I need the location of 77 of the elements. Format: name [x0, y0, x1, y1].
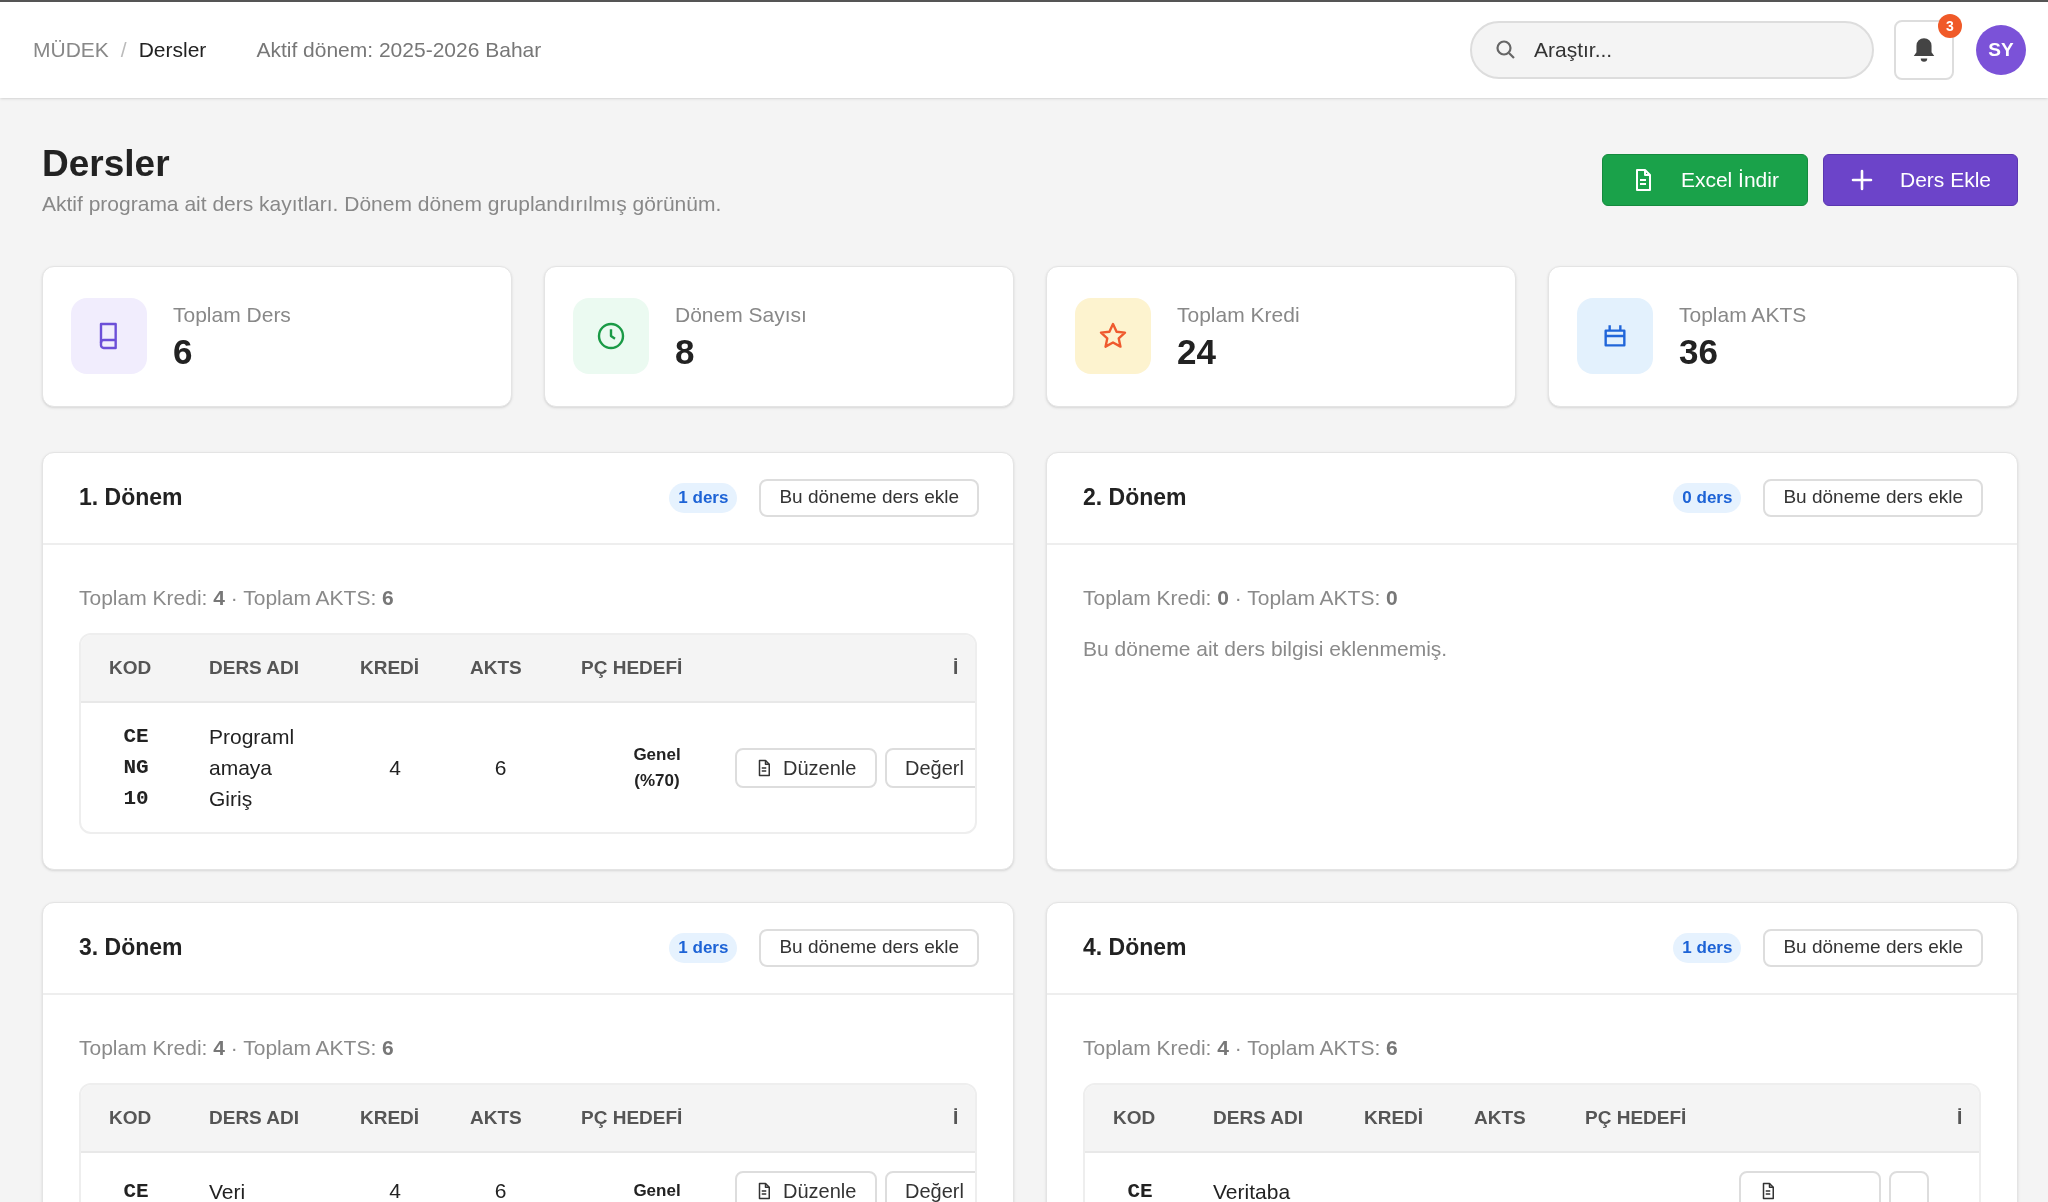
- period-title: 3. Dönem: [79, 933, 184, 963]
- target-value: Genel (%70): [632, 743, 682, 792]
- period-title: 2. Dönem: [1083, 483, 1188, 513]
- user-avatar[interactable]: SY: [1976, 25, 2026, 75]
- column-header: PÇ HEDEFİ: [1585, 1105, 1688, 1130]
- notifications-button[interactable]: [1894, 20, 1954, 80]
- plus-icon: [1849, 168, 1874, 192]
- edit-button[interactable]: Düzenle: [735, 1171, 877, 1202]
- column-header: PÇ HEDEFİ: [581, 655, 684, 680]
- breadcrumb-link[interactable]: Dersler: [138, 34, 207, 66]
- active-term-label: Aktif dönem: 2025-2026 Bahar: [256, 37, 542, 64]
- target-value: Genel: [632, 1180, 682, 1202]
- course-count-badge: 1 ders: [669, 482, 738, 513]
- course-code: CENG10: [122, 724, 150, 812]
- credit-value: 4: [388, 1178, 402, 1202]
- course-count-badge: 1 ders: [1673, 932, 1742, 963]
- column-header: KOD: [1112, 1105, 1157, 1130]
- course-count-badge: 0 ders: [1673, 482, 1742, 513]
- stat-value: 6: [173, 330, 194, 373]
- column-header: KREDİ: [360, 655, 421, 680]
- column-header: AKTS: [1474, 1105, 1527, 1130]
- book-icon: [71, 298, 147, 374]
- period-summary: Toplam Kredi: 4 · Toplam AKTS: 6: [79, 584, 395, 611]
- page-title: Dersler: [42, 142, 171, 186]
- stat-label: Toplam Ders: [173, 302, 291, 329]
- notification-count: 3: [1938, 14, 1962, 38]
- period-title: 1. Dönem: [79, 483, 184, 513]
- period-summary: Toplam Kredi: 4 · Toplam AKTS: 6: [79, 1034, 395, 1061]
- stat-value: 36: [1679, 330, 1719, 373]
- empty-message: Bu döneme ait ders bilgisi eklenmemiş.: [1083, 636, 1449, 662]
- column-header: DERS ADI: [1213, 1105, 1305, 1130]
- course-name: Programlamaya Giriş: [209, 724, 296, 812]
- period-summary: Toplam Kredi: 4 · Toplam AKTS: 6: [1083, 1034, 1399, 1061]
- breadcrumb-link[interactable]: MÜDEK: [33, 34, 109, 66]
- calendar-icon: [1577, 298, 1653, 374]
- column-header: KREDİ: [1364, 1105, 1425, 1130]
- bell-icon: [1911, 36, 1937, 64]
- course-count-badge: 1 ders: [669, 932, 738, 963]
- breadcrumb-separator: /: [120, 37, 127, 64]
- column-header: DERS ADI: [209, 655, 301, 680]
- column-header: KREDİ: [360, 1105, 421, 1130]
- column-header: AKTS: [470, 1105, 523, 1130]
- period-title: 4. Dönem: [1083, 933, 1188, 963]
- column-header: PÇ HEDEFİ: [581, 1105, 684, 1130]
- page-subtitle: Aktif programa ait ders kayıtları. Dönem dönem gruplandırılmış görünüm.: [42, 191, 722, 217]
- add-to-period-button[interactable]: Bu döneme ders ekle: [759, 478, 979, 517]
- edit-button[interactable]: Düzenle: [735, 747, 877, 788]
- stat-label: Dönem Sayısı: [675, 302, 807, 329]
- ects-value: 6: [493, 1178, 508, 1202]
- ects-value: 6: [493, 754, 508, 781]
- course-name: Veri: [209, 1178, 247, 1202]
- search-field[interactable]: Araştır...: [1470, 21, 1874, 79]
- column-header: İ: [952, 655, 960, 680]
- column-header: KOD: [108, 1105, 153, 1130]
- edit-button[interactable]: [1739, 1171, 1881, 1202]
- period-summary: Toplam Kredi: 0 · Toplam AKTS: 0: [1083, 584, 1399, 611]
- column-header: İ: [952, 1105, 960, 1130]
- stat-value: 24: [1177, 330, 1217, 373]
- evaluate-button[interactable]: Değerl: [885, 1171, 975, 1202]
- stat-value: 8: [675, 330, 696, 373]
- column-header: DERS ADI: [209, 1105, 301, 1130]
- add-to-period-button[interactable]: Bu döneme ders ekle: [1763, 928, 1983, 967]
- add-to-period-button[interactable]: Bu döneme ders ekle: [759, 928, 979, 967]
- course-code: CE: [1126, 1178, 1154, 1202]
- course-name: Veritaba: [1213, 1178, 1292, 1202]
- stat-label: Toplam Kredi: [1177, 302, 1300, 329]
- add-course-button[interactable]: Ders Ekle: [1822, 154, 2018, 206]
- evaluate-button[interactable]: [1889, 1171, 1929, 1202]
- credit-value: 4: [388, 754, 402, 781]
- course-code: CE: [122, 1178, 150, 1202]
- stat-label: Toplam AKTS: [1679, 302, 1807, 329]
- column-header: İ: [1956, 1105, 1964, 1130]
- column-header: KOD: [108, 655, 153, 680]
- add-to-period-button[interactable]: Bu döneme ders ekle: [1763, 478, 1983, 517]
- evaluate-button[interactable]: Değerl: [885, 747, 975, 788]
- column-header: AKTS: [470, 655, 523, 680]
- clock-icon: [573, 298, 649, 374]
